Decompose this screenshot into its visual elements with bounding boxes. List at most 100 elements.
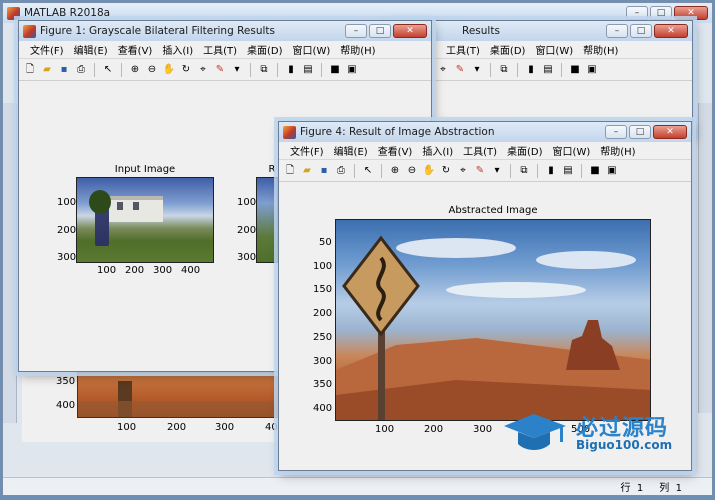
zoom-in-icon[interactable]: ⊕ bbox=[128, 63, 142, 77]
menu-window[interactable]: 窗口(W) bbox=[548, 143, 596, 158]
input-image-axes bbox=[76, 177, 214, 263]
save-icon[interactable]: ▪ bbox=[57, 63, 71, 77]
menu-window[interactable]: 窗口(W) bbox=[288, 42, 336, 57]
menu-window[interactable]: 窗口(W) bbox=[530, 42, 578, 57]
rotate-icon[interactable]: ↻ bbox=[439, 164, 453, 178]
input-image-title: Input Image bbox=[114, 164, 176, 175]
figure-1-titlebar[interactable]: Figure 1: Grayscale Bilateral Filtering … bbox=[19, 21, 431, 41]
xtick-label: 100 bbox=[117, 422, 137, 433]
link-plot-icon[interactable]: ⧉ bbox=[257, 63, 271, 77]
ytick-label: 100 bbox=[313, 261, 333, 272]
menu-help[interactable]: 帮助(H) bbox=[595, 143, 640, 158]
data-cursor-icon[interactable]: ⌖ bbox=[456, 164, 470, 178]
ytick-label: 100 bbox=[237, 197, 257, 208]
save-icon[interactable]: ▪ bbox=[317, 164, 331, 178]
link-plot-icon[interactable]: ⧉ bbox=[517, 164, 531, 178]
close-button[interactable]: ✕ bbox=[674, 6, 708, 20]
maximize-button[interactable]: □ bbox=[629, 125, 651, 139]
show-plot-tools-icon[interactable]: ▣ bbox=[345, 63, 359, 77]
colorbar-icon[interactable]: ▮ bbox=[284, 63, 298, 77]
col-value: 1 bbox=[675, 483, 682, 494]
result-image-title-partial: R bbox=[268, 164, 276, 175]
minimize-button[interactable]: – bbox=[626, 6, 648, 20]
menu-file[interactable]: 文件(F) bbox=[25, 42, 69, 57]
dropdown-arrow-icon[interactable]: ▾ bbox=[230, 63, 244, 77]
hide-plot-tools-icon[interactable]: ■ bbox=[588, 164, 602, 178]
ytick-label: 300 bbox=[313, 356, 333, 367]
ytick-label: 150 bbox=[313, 284, 333, 295]
data-cursor-icon[interactable]: ⌖ bbox=[196, 63, 210, 77]
new-figure-icon[interactable]: 🗋 bbox=[283, 164, 297, 178]
minimize-button[interactable]: – bbox=[606, 24, 628, 38]
menu-desktop[interactable]: 桌面(D) bbox=[502, 143, 548, 158]
menu-insert[interactable]: 插入(I) bbox=[157, 42, 198, 57]
maximize-button[interactable]: □ bbox=[369, 24, 391, 38]
pan-icon[interactable]: ✋ bbox=[162, 63, 176, 77]
menu-help[interactable]: 帮助(H) bbox=[335, 42, 380, 57]
left-panel-strip bbox=[3, 103, 17, 423]
menu-view[interactable]: 查看(V) bbox=[113, 42, 158, 57]
ytick-label: 300 bbox=[57, 252, 77, 263]
rotate-icon[interactable]: ↻ bbox=[179, 63, 193, 77]
abstracted-image-axes bbox=[335, 219, 651, 421]
menu-file[interactable]: 文件(F) bbox=[285, 143, 329, 158]
dropdown-arrow-icon[interactable]: ▾ bbox=[470, 63, 484, 77]
behind-image-strip bbox=[77, 372, 287, 418]
link-plot-icon[interactable]: ⧉ bbox=[497, 63, 511, 77]
show-plot-tools-icon[interactable]: ▣ bbox=[585, 63, 599, 77]
pan-icon[interactable]: ✋ bbox=[422, 164, 436, 178]
open-file-icon[interactable]: ▰ bbox=[300, 164, 314, 178]
legend-icon[interactable]: ▤ bbox=[301, 63, 315, 77]
zoom-out-icon[interactable]: ⊖ bbox=[405, 164, 419, 178]
menu-view[interactable]: 查看(V) bbox=[373, 143, 418, 158]
print-icon[interactable]: ⎙ bbox=[74, 63, 88, 77]
hide-plot-tools-icon[interactable]: ■ bbox=[328, 63, 342, 77]
ytick-label: 350 bbox=[313, 379, 333, 390]
xtick-label: 100 bbox=[97, 265, 117, 276]
hide-plot-tools-icon[interactable]: ■ bbox=[568, 63, 582, 77]
menu-insert[interactable]: 插入(I) bbox=[417, 143, 458, 158]
figure-1-toolbar: 🗋 ▰ ▪ ⎙ ↖ ⊕ ⊖ ✋ ↻ ⌖ ✎ ▾ ⧉ ▮ ▤ ■ ▣ bbox=[19, 59, 431, 81]
menu-tools[interactable]: 工具(T) bbox=[198, 42, 242, 57]
zoom-out-icon[interactable]: ⊖ bbox=[145, 63, 159, 77]
ytick-label: 200 bbox=[313, 308, 333, 319]
legend-icon[interactable]: ▤ bbox=[541, 63, 555, 77]
colorbar-icon[interactable]: ▮ bbox=[544, 164, 558, 178]
figure-4-titlebar[interactable]: Figure 4: Result of Image Abstraction – … bbox=[279, 122, 691, 142]
colorbar-icon[interactable]: ▮ bbox=[524, 63, 538, 77]
ytick-label: 350 bbox=[56, 376, 76, 387]
maximize-button[interactable]: □ bbox=[650, 6, 672, 20]
minimize-button[interactable]: – bbox=[605, 125, 627, 139]
close-button[interactable]: ✕ bbox=[393, 24, 427, 38]
dropdown-arrow-icon[interactable]: ▾ bbox=[490, 164, 504, 178]
close-button[interactable]: ✕ bbox=[654, 24, 688, 38]
brush-icon[interactable]: ✎ bbox=[473, 164, 487, 178]
maximize-button[interactable]: □ bbox=[630, 24, 652, 38]
menu-desktop[interactable]: 桌面(D) bbox=[242, 42, 288, 57]
minimize-button[interactable]: – bbox=[345, 24, 367, 38]
zoom-in-icon[interactable]: ⊕ bbox=[388, 164, 402, 178]
ytick-label: 200 bbox=[237, 225, 257, 236]
abstracted-image-title: Abstracted Image bbox=[448, 205, 538, 216]
print-icon[interactable]: ⎙ bbox=[334, 164, 348, 178]
col-label: 列 bbox=[659, 483, 670, 494]
data-cursor-icon[interactable]: ⌖ bbox=[436, 63, 450, 77]
show-plot-tools-icon[interactable]: ▣ bbox=[605, 164, 619, 178]
brush-icon[interactable]: ✎ bbox=[213, 63, 227, 77]
ytick-label: 200 bbox=[57, 225, 77, 236]
menu-desktop[interactable]: 桌面(D) bbox=[485, 42, 531, 57]
open-file-icon[interactable]: ▰ bbox=[40, 63, 54, 77]
menu-tools[interactable]: 工具(T) bbox=[458, 143, 502, 158]
xtick-label: 300 bbox=[473, 424, 493, 435]
brush-icon[interactable]: ✎ bbox=[453, 63, 467, 77]
legend-icon[interactable]: ▤ bbox=[561, 164, 575, 178]
ytick-label: 250 bbox=[313, 332, 333, 343]
pointer-icon[interactable]: ↖ bbox=[361, 164, 375, 178]
pointer-icon[interactable]: ↖ bbox=[101, 63, 115, 77]
menu-tools[interactable]: 工具(T) bbox=[441, 42, 485, 57]
menu-edit[interactable]: 编辑(E) bbox=[329, 143, 373, 158]
close-button[interactable]: ✕ bbox=[653, 125, 687, 139]
new-figure-icon[interactable]: 🗋 bbox=[23, 63, 37, 77]
menu-edit[interactable]: 编辑(E) bbox=[69, 42, 113, 57]
menu-help[interactable]: 帮助(H) bbox=[578, 42, 623, 57]
